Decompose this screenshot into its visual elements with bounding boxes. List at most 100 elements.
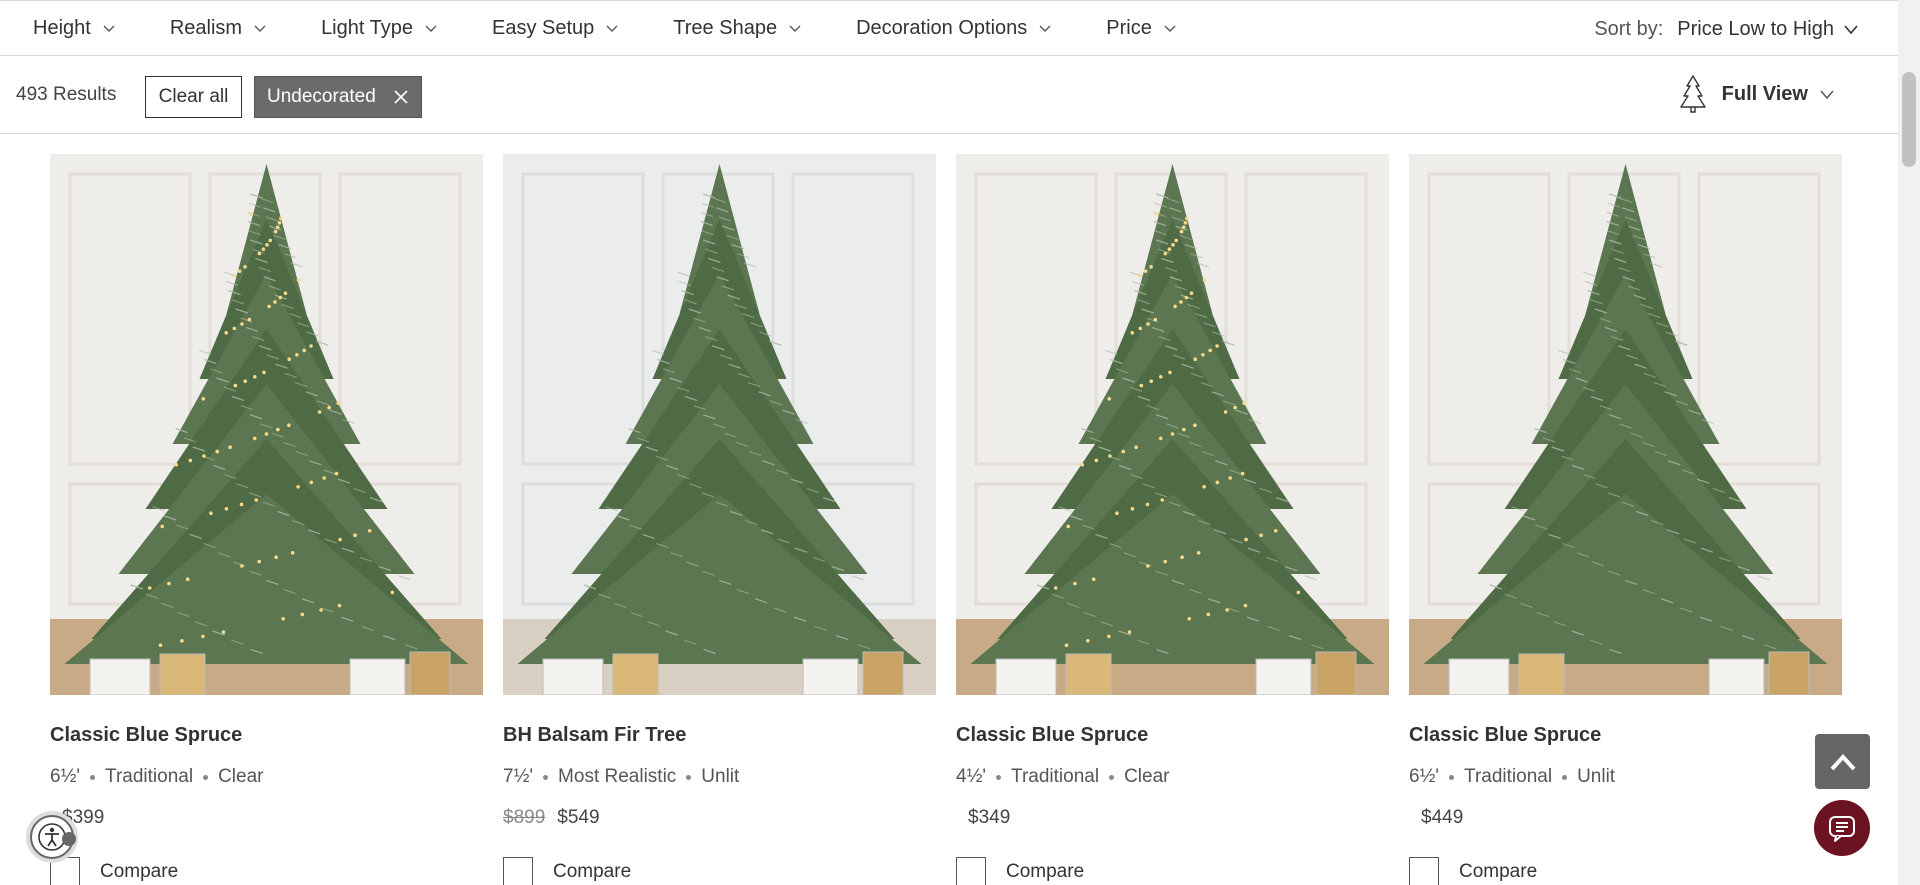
filter-label: Tree Shape: [673, 16, 778, 39]
product-height: 6½': [1409, 766, 1440, 787]
chevron-down-icon: [606, 25, 618, 32]
price-was: $899: [503, 807, 546, 828]
separator-dot: [1109, 774, 1115, 780]
chevron-down-icon: [1844, 25, 1858, 35]
price-now: $549: [557, 807, 600, 828]
product-name[interactable]: Classic Blue Spruce: [956, 724, 1148, 747]
filter-easy-setup[interactable]: Easy Setup: [492, 17, 618, 40]
chat-icon: [1829, 816, 1855, 842]
chevron-down-icon: [103, 25, 115, 32]
product-price: $449: [1409, 807, 1463, 829]
compare-checkbox[interactable]: [50, 857, 80, 885]
product-card[interactable]: BH Balsam Fir Tree 7½' Most Realistic Un…: [503, 154, 936, 885]
sort-dropdown[interactable]: Sort by: Price Low to High: [1594, 1, 1858, 57]
close-icon[interactable]: [393, 89, 409, 105]
tree-photo: [503, 154, 936, 695]
product-height: 4½': [956, 766, 987, 787]
compare-checkbox[interactable]: [503, 857, 533, 885]
chip-label: Undecorated: [267, 86, 376, 107]
filter-label: Decoration Options: [856, 16, 1028, 39]
sort-label: Sort by:: [1594, 17, 1664, 40]
product-image[interactable]: [1409, 154, 1842, 695]
compare-label: Compare: [1006, 861, 1085, 882]
filter-tree-shape[interactable]: Tree Shape: [673, 17, 801, 40]
separator-dot: [686, 774, 692, 780]
product-style: Traditional: [1464, 766, 1553, 787]
sort-value: Price Low to High: [1677, 17, 1834, 40]
product-name[interactable]: BH Balsam Fir Tree: [503, 724, 686, 747]
product-meta: 4½' Traditional Clear: [956, 766, 1169, 788]
separator-dot: [543, 774, 549, 780]
price-now: $349: [968, 807, 1011, 828]
filter-label: Height: [33, 16, 91, 39]
product-meta: 7½' Most Realistic Unlit: [503, 766, 739, 788]
separator-dot: [90, 774, 96, 780]
tree-photo: [956, 154, 1389, 695]
product-name[interactable]: Classic Blue Spruce: [1409, 724, 1601, 747]
separator-dot: [1562, 774, 1568, 780]
compare-toggle[interactable]: Compare: [50, 857, 178, 885]
product-name[interactable]: Classic Blue Spruce: [50, 724, 242, 747]
results-bar: 493 Results Clear all Undecorated Full V…: [0, 56, 1898, 134]
product-light: Clear: [1124, 766, 1170, 787]
compare-toggle[interactable]: Compare: [503, 857, 631, 885]
tree-icon: [1679, 75, 1706, 113]
compare-toggle[interactable]: Compare: [1409, 857, 1537, 885]
clear-all-button[interactable]: Clear all: [145, 76, 242, 118]
view-selector[interactable]: Full View: [1678, 74, 1834, 114]
filter-realism[interactable]: Realism: [170, 17, 266, 40]
chat-button[interactable]: [1814, 800, 1870, 856]
price-now: $449: [1421, 807, 1464, 828]
product-image[interactable]: [956, 154, 1389, 695]
chevron-down-icon: [254, 25, 266, 32]
separator-dot: [1449, 774, 1455, 780]
compare-label: Compare: [100, 861, 179, 882]
chevron-up-icon: [1830, 753, 1855, 770]
filter-decoration-options[interactable]: Decoration Options: [856, 17, 1051, 40]
compare-label: Compare: [1459, 861, 1538, 882]
product-card[interactable]: Classic Blue Spruce 6½' Traditional Clea…: [50, 154, 483, 885]
compare-checkbox[interactable]: [956, 857, 986, 885]
separator-dot: [996, 774, 1002, 780]
compare-toggle[interactable]: Compare: [956, 857, 1084, 885]
product-price: $349: [956, 807, 1010, 829]
tree-photo: [50, 154, 483, 695]
filter-label: Price: [1106, 16, 1152, 39]
product-image[interactable]: [503, 154, 936, 695]
product-light: Clear: [218, 766, 264, 787]
product-light: Unlit: [1577, 766, 1616, 787]
product-card[interactable]: Classic Blue Spruce 6½' Traditional Unli…: [1409, 154, 1842, 885]
compare-checkbox[interactable]: [1409, 857, 1439, 885]
filter-label: Easy Setup: [492, 16, 595, 39]
compare-label: Compare: [553, 861, 632, 882]
filter-bar: Height Realism Light Type Easy Setup Tre…: [0, 0, 1898, 56]
chevron-down-icon: [1164, 25, 1176, 32]
filter-chip-undecorated[interactable]: Undecorated: [254, 76, 422, 118]
separator-dot: [203, 774, 209, 780]
product-meta: 6½' Traditional Unlit: [1409, 766, 1615, 788]
product-style: Traditional: [1011, 766, 1100, 787]
product-card[interactable]: Classic Blue Spruce 4½' Traditional Clea…: [956, 154, 1389, 885]
product-meta: 6½' Traditional Clear: [50, 766, 263, 788]
product-style: Traditional: [105, 766, 194, 787]
close-icon[interactable]: [62, 832, 76, 846]
results-count: 493 Results: [16, 84, 117, 105]
filter-height[interactable]: Height: [33, 17, 115, 40]
back-to-top-button[interactable]: [1815, 734, 1870, 789]
chevron-down-icon: [425, 25, 437, 32]
product-style: Most Realistic: [558, 766, 677, 787]
product-image[interactable]: [50, 154, 483, 695]
view-label: Full View: [1721, 82, 1808, 105]
filter-label: Light Type: [321, 16, 413, 39]
filter-label: Realism: [169, 16, 243, 39]
product-height: 7½': [503, 766, 534, 787]
chevron-down-icon: [789, 25, 801, 32]
filter-price[interactable]: Price: [1106, 17, 1176, 40]
product-light: Unlit: [701, 766, 740, 787]
product-height: 6½': [50, 766, 81, 787]
scrollbar-thumb[interactable]: [1902, 72, 1916, 167]
tree-photo: [1409, 154, 1842, 695]
chevron-down-icon: [1039, 25, 1051, 32]
scrollbar[interactable]: [1898, 0, 1920, 885]
filter-light-type[interactable]: Light Type: [321, 17, 437, 40]
